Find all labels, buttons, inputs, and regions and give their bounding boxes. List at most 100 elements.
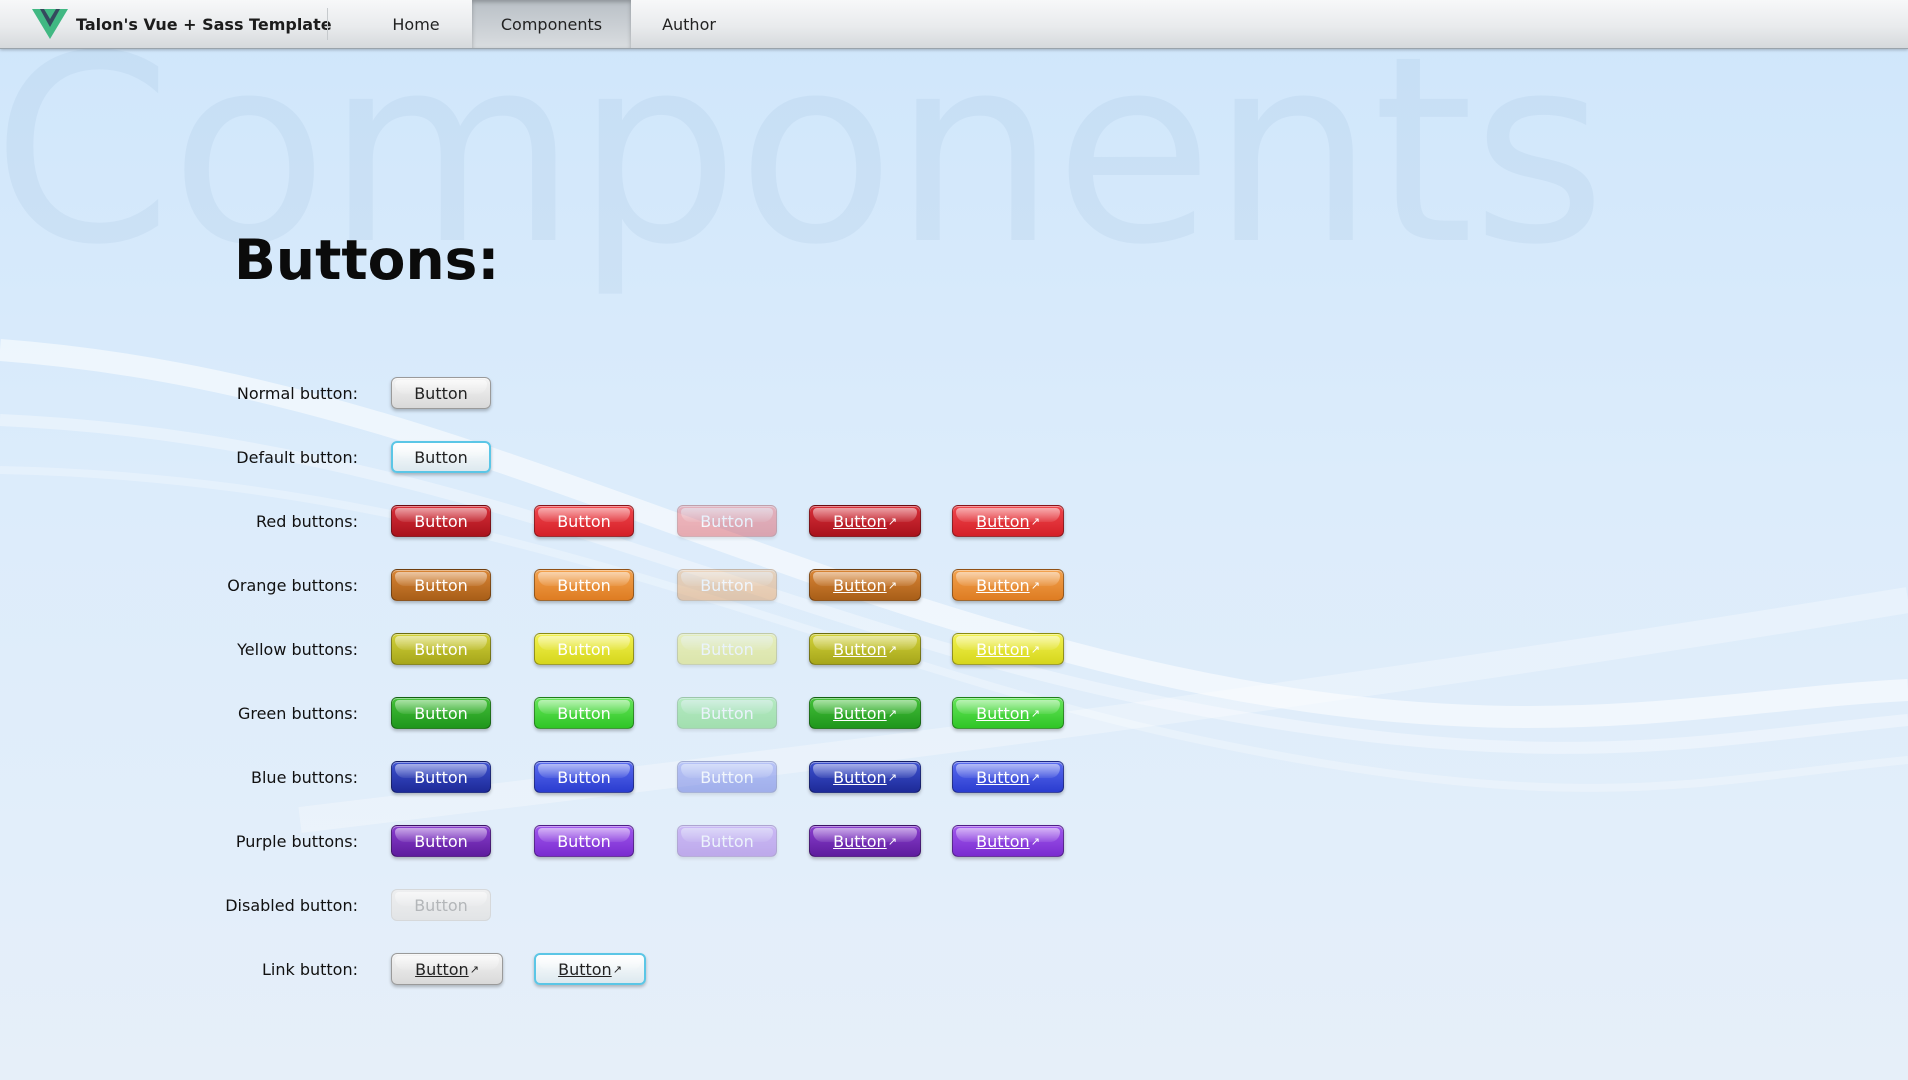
orange-dark-link-button[interactable]: Button ↗ bbox=[809, 569, 921, 601]
external-link-icon: ↗ bbox=[1030, 642, 1040, 656]
green-dark-button[interactable]: Button bbox=[391, 697, 491, 729]
top-navigation-bar: Talon's Vue + Sass Template Home Compone… bbox=[0, 0, 1908, 49]
external-link-icon: ↗ bbox=[887, 514, 897, 528]
button-label: Button bbox=[976, 703, 1030, 723]
nav-tab-home[interactable]: Home bbox=[360, 0, 472, 48]
purple-dark-button[interactable]: Button bbox=[391, 825, 491, 857]
normal-button[interactable]: Button bbox=[391, 377, 491, 409]
row-orange-buttons: Orange buttons: Button Button Button But… bbox=[0, 569, 1200, 603]
row-red-buttons: Red buttons: Button Button Button Button… bbox=[0, 505, 1200, 539]
blue-dark-link-button[interactable]: Button ↗ bbox=[809, 761, 921, 793]
blue-dark-button[interactable]: Button bbox=[391, 761, 491, 793]
button-label: Button bbox=[700, 703, 754, 723]
button-label: Button bbox=[700, 575, 754, 595]
purple-dark-link-button[interactable]: Button ↗ bbox=[809, 825, 921, 857]
button-label: Button bbox=[414, 447, 468, 467]
row-label: Yellow buttons: bbox=[237, 640, 358, 659]
orange-faded-button[interactable]: Button bbox=[677, 569, 777, 601]
row-label: Green buttons: bbox=[237, 704, 358, 723]
button-label: Button bbox=[833, 511, 887, 531]
vue-logo-icon bbox=[32, 9, 68, 39]
row-green-buttons: Green buttons: Button Button Button Butt… bbox=[0, 697, 1200, 731]
green-faded-button[interactable]: Button bbox=[677, 697, 777, 729]
button-label: Button bbox=[833, 703, 887, 723]
purple-faded-button[interactable]: Button bbox=[677, 825, 777, 857]
red-dark-link-button[interactable]: Button ↗ bbox=[809, 505, 921, 537]
purple-button[interactable]: Button bbox=[534, 825, 634, 857]
button-label: Button bbox=[414, 895, 468, 915]
button-label: Button bbox=[833, 639, 887, 659]
nav-tab-label: Home bbox=[392, 14, 440, 34]
row-default-button: Default button: Button bbox=[0, 441, 1200, 475]
external-link-icon: ↗ bbox=[1030, 770, 1040, 784]
button-label: Button bbox=[557, 511, 611, 531]
yellow-faded-button[interactable]: Button bbox=[677, 633, 777, 665]
external-link-icon: ↗ bbox=[1030, 578, 1040, 592]
button-label: Button bbox=[557, 831, 611, 851]
row-normal-button: Normal button: Button bbox=[0, 377, 1200, 411]
blue-link-button[interactable]: Button ↗ bbox=[952, 761, 1064, 793]
blue-button[interactable]: Button bbox=[534, 761, 634, 793]
external-link-icon: ↗ bbox=[612, 962, 622, 976]
button-label: Button bbox=[833, 831, 887, 851]
button-label: Button bbox=[557, 575, 611, 595]
row-label: Red buttons: bbox=[256, 512, 358, 531]
orange-button[interactable]: Button bbox=[534, 569, 634, 601]
orange-dark-button[interactable]: Button bbox=[391, 569, 491, 601]
button-label: Button bbox=[557, 767, 611, 787]
yellow-link-button[interactable]: Button ↗ bbox=[952, 633, 1064, 665]
purple-link-button[interactable]: Button ↗ bbox=[952, 825, 1064, 857]
yellow-dark-button[interactable]: Button bbox=[391, 633, 491, 665]
external-link-icon: ↗ bbox=[1030, 706, 1040, 720]
row-label: Blue buttons: bbox=[251, 768, 358, 787]
header-divider bbox=[327, 8, 328, 40]
external-link-icon: ↗ bbox=[887, 770, 897, 784]
normal-link-button[interactable]: Button ↗ bbox=[391, 953, 503, 985]
button-label: Button bbox=[557, 639, 611, 659]
orange-link-button[interactable]: Button ↗ bbox=[952, 569, 1064, 601]
red-dark-button[interactable]: Button bbox=[391, 505, 491, 537]
button-label: Button bbox=[976, 831, 1030, 851]
button-label: Button bbox=[976, 639, 1030, 659]
external-link-icon: ↗ bbox=[1030, 834, 1040, 848]
button-label: Button bbox=[414, 383, 468, 403]
disabled-button: Button bbox=[391, 889, 491, 921]
external-link-icon: ↗ bbox=[887, 642, 897, 656]
red-link-button[interactable]: Button ↗ bbox=[952, 505, 1064, 537]
button-label: Button bbox=[414, 575, 468, 595]
button-label: Button bbox=[700, 639, 754, 659]
external-link-icon: ↗ bbox=[887, 706, 897, 720]
button-label: Button bbox=[700, 767, 754, 787]
row-label: Default button: bbox=[236, 448, 358, 467]
external-link-icon: ↗ bbox=[469, 962, 479, 976]
default-link-button[interactable]: Button ↗ bbox=[534, 953, 646, 985]
button-label: Button bbox=[414, 639, 468, 659]
yellow-button[interactable]: Button bbox=[534, 633, 634, 665]
button-label: Button bbox=[976, 575, 1030, 595]
button-label: Button bbox=[414, 703, 468, 723]
row-label: Orange buttons: bbox=[227, 576, 358, 595]
blue-faded-button[interactable]: Button bbox=[677, 761, 777, 793]
row-label: Normal button: bbox=[236, 384, 358, 403]
nav-tab-label: Author bbox=[662, 14, 716, 34]
button-label: Button bbox=[557, 703, 611, 723]
row-purple-buttons: Purple buttons: Button Button Button But… bbox=[0, 825, 1200, 859]
row-yellow-buttons: Yellow buttons: Button Button Button But… bbox=[0, 633, 1200, 667]
button-label: Button bbox=[700, 831, 754, 851]
red-button[interactable]: Button bbox=[534, 505, 634, 537]
button-label: Button bbox=[976, 511, 1030, 531]
button-label: Button bbox=[833, 767, 887, 787]
green-button[interactable]: Button bbox=[534, 697, 634, 729]
nav-tab-components[interactable]: Components bbox=[472, 0, 631, 48]
row-disabled-button: Disabled button: Button bbox=[0, 889, 1200, 923]
button-label: Button bbox=[414, 511, 468, 531]
green-link-button[interactable]: Button ↗ bbox=[952, 697, 1064, 729]
red-faded-button[interactable]: Button bbox=[677, 505, 777, 537]
nav-tab-author[interactable]: Author bbox=[631, 0, 747, 48]
green-dark-link-button[interactable]: Button ↗ bbox=[809, 697, 921, 729]
row-label: Purple buttons: bbox=[235, 832, 358, 851]
row-label: Link button: bbox=[261, 960, 358, 979]
yellow-dark-link-button[interactable]: Button ↗ bbox=[809, 633, 921, 665]
default-button[interactable]: Button bbox=[391, 441, 491, 473]
brand[interactable]: Talon's Vue + Sass Template bbox=[30, 0, 332, 48]
